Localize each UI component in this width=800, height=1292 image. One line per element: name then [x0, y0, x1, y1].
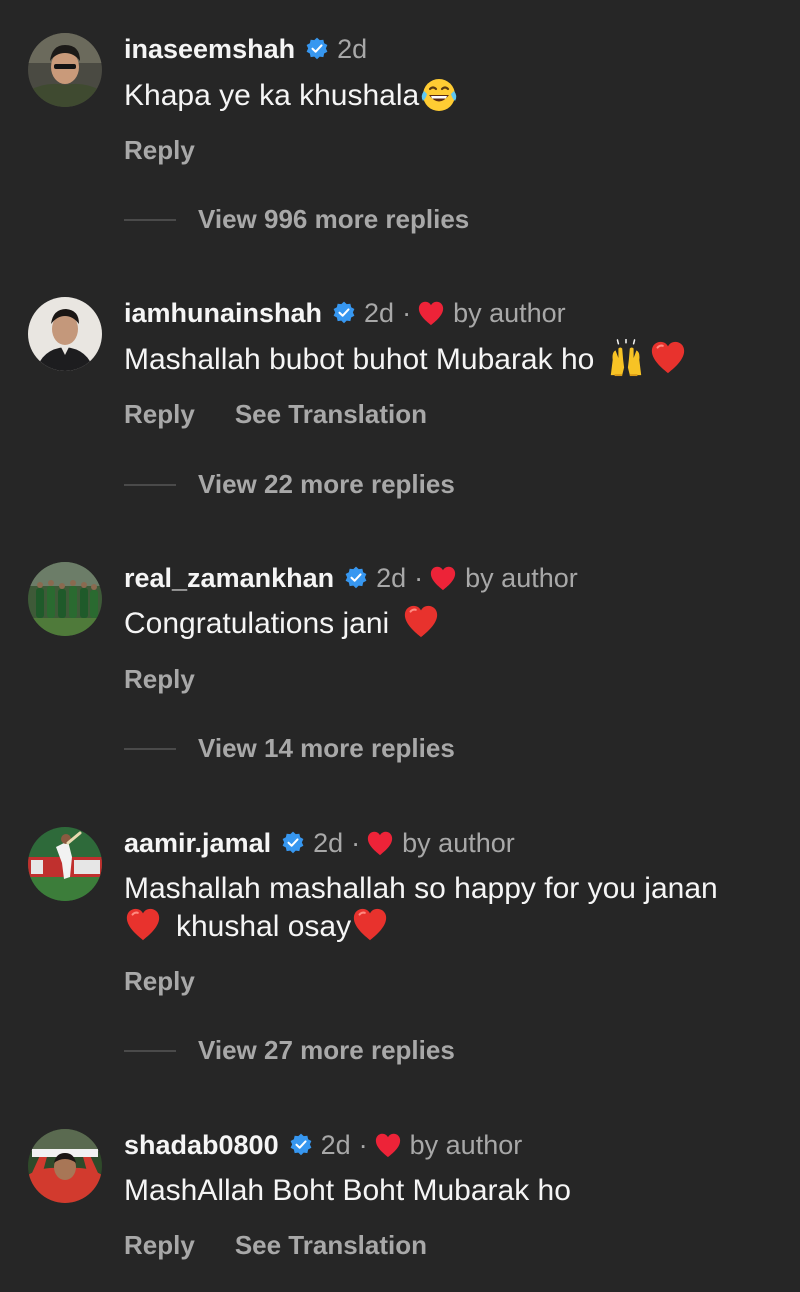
avatar[interactable] [28, 1129, 102, 1203]
comment-body: Khapa ye ka khushala [124, 79, 420, 112]
reply-button[interactable]: Reply [124, 966, 195, 997]
reply-button[interactable]: Reply [124, 664, 195, 695]
comment-body: Congratulations jani [124, 607, 390, 640]
timestamp: 2d [337, 33, 368, 64]
liked-by-author-label: by author [409, 1129, 523, 1160]
liked-by-author-label: by author [453, 297, 566, 328]
verified-badge-icon [332, 301, 356, 325]
red-heart-emoji-icon [649, 339, 687, 377]
verified-badge-icon [289, 1133, 313, 1157]
avatar[interactable] [28, 827, 102, 901]
author-liked-heart-icon [417, 300, 445, 326]
verified-badge-icon [305, 37, 329, 61]
comment-actions: Reply [124, 135, 195, 166]
comment-actions: Reply [124, 966, 195, 997]
liked-by-author-label: by author [402, 827, 515, 858]
liked-by-author-label: by author [465, 562, 578, 593]
author-liked-heart-icon [366, 830, 394, 856]
author-liked-heart-icon [374, 1132, 402, 1158]
view-more-replies-button[interactable]: View 14 more replies [124, 733, 455, 764]
raising-hands-emoji-icon [607, 339, 645, 377]
separator-dot: · [358, 1129, 368, 1160]
comment-header: inaseemshah 2d [124, 32, 367, 66]
comment-header: real_zamankhan 2d · by author [124, 561, 578, 595]
red-heart-emoji-icon [124, 906, 162, 944]
username[interactable]: real_zamankhan [124, 563, 334, 594]
comment-text: Khapa ye ka khushala [124, 76, 782, 116]
separator-dot: · [351, 827, 361, 858]
username[interactable]: shadab0800 [124, 1130, 279, 1161]
avatar[interactable] [28, 297, 102, 371]
divider-line [124, 747, 176, 750]
timestamp: 2d [376, 562, 407, 593]
red-heart-emoji-icon [351, 906, 389, 944]
view-more-replies-label: View 22 more replies [198, 469, 455, 499]
laughing-tears-emoji-icon [419, 74, 459, 114]
comment-text: MashAllah Boht Boht Mubarak ho [124, 1171, 782, 1211]
view-more-replies-label: View 14 more replies [198, 733, 455, 763]
username[interactable]: inaseemshah [124, 34, 295, 65]
reply-button[interactable]: Reply [124, 1230, 195, 1261]
view-more-replies-button[interactable]: View 27 more replies [124, 1035, 455, 1066]
comment-body-line2: khushal osay [176, 910, 352, 943]
view-more-replies-button[interactable]: View 22 more replies [124, 469, 455, 500]
reply-button[interactable]: Reply [124, 399, 195, 430]
red-heart-emoji-icon [402, 603, 440, 641]
see-translation-button[interactable]: See Translation [235, 399, 427, 430]
comment-header: iamhunainshah 2d · by author [124, 296, 566, 330]
view-more-replies-label: View 996 more replies [198, 204, 470, 234]
separator-dot: · [414, 562, 424, 593]
view-more-replies-button[interactable]: View 996 more replies [124, 204, 469, 235]
timestamp: 2d [364, 297, 395, 328]
avatar[interactable] [28, 562, 102, 636]
verified-badge-icon [281, 831, 305, 855]
see-translation-button[interactable]: See Translation [235, 1230, 427, 1261]
divider-line [124, 1049, 176, 1052]
comment-text-line2: khushal osay [124, 907, 782, 947]
comment-text: Congratulations jani [124, 604, 782, 644]
comment-actions: Reply [124, 664, 195, 695]
comment-actions: Reply See Translation [124, 1230, 427, 1261]
avatar[interactable] [28, 33, 102, 107]
comment-body: Mashallah bubot buhot Mubarak ho [124, 343, 595, 376]
comment-body-line1: Mashallah mashallah so happy for you jan… [124, 872, 718, 905]
view-more-replies-label: View 27 more replies [198, 1035, 455, 1065]
separator-dot: · [402, 297, 412, 328]
username[interactable]: aamir.jamal [124, 828, 271, 859]
timestamp: 2d [320, 1129, 351, 1160]
comment-header: shadab0800 2d · by author [124, 1128, 522, 1162]
divider-line [124, 218, 176, 221]
author-liked-heart-icon [429, 565, 457, 591]
reply-button[interactable]: Reply [124, 135, 195, 166]
comment-header: aamir.jamal 2d · by author [124, 826, 515, 860]
comment-text: Mashallah bubot buhot Mubarak ho [124, 340, 782, 380]
timestamp: 2d [313, 827, 344, 858]
comment-text: Mashallah mashallah so happy for you jan… [124, 869, 782, 909]
verified-badge-icon [344, 566, 368, 590]
comment-actions: Reply See Translation [124, 399, 427, 430]
comment-body: MashAllah Boht Boht Mubarak ho [124, 1174, 571, 1207]
divider-line [124, 483, 176, 486]
username[interactable]: iamhunainshah [124, 298, 322, 329]
